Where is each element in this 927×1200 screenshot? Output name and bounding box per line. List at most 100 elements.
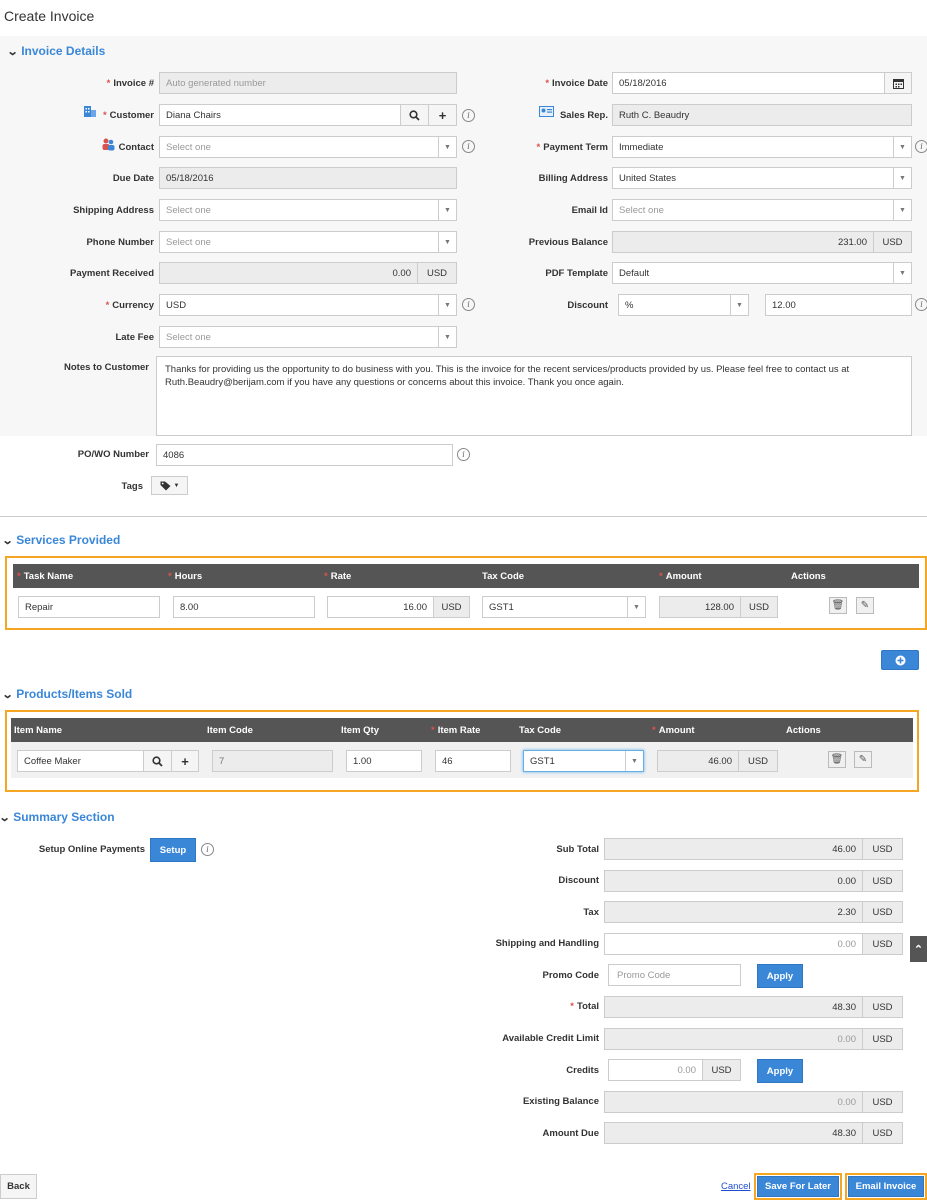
sub-total-field: 46.00 — [604, 838, 863, 860]
task-name-input[interactable]: Repair — [18, 596, 160, 618]
discount-type-select[interactable]: % ▼ — [618, 294, 749, 316]
shipping-handling-input[interactable]: 0.00 — [604, 933, 863, 955]
chevron-down-icon: ▼ — [627, 597, 645, 617]
search-icon — [409, 109, 420, 121]
save-for-later-frame: Save For Later — [754, 1173, 842, 1200]
discount-value-input[interactable]: 12.00 — [765, 294, 912, 316]
customer-input[interactable]: Diana Chairs — [159, 104, 401, 126]
save-for-later-button[interactable]: Save For Later — [757, 1176, 839, 1197]
promo-apply-button[interactable]: Apply — [757, 964, 803, 988]
item-name-input[interactable]: Coffee Maker — [17, 750, 144, 772]
customer-search-button[interactable] — [400, 104, 429, 126]
add-customer-button[interactable]: + — [428, 104, 457, 126]
chevron-down-icon: ▼ — [893, 168, 911, 188]
payment-term-info-icon[interactable]: i — [915, 140, 927, 153]
scroll-to-top-button[interactable]: ⌃ — [910, 936, 927, 962]
col-tax-code: Tax Code — [482, 571, 525, 582]
invoice-number-field: Auto generated number — [159, 72, 457, 94]
credits-apply-button[interactable]: Apply — [757, 1059, 803, 1083]
add-item-button[interactable]: + — [171, 750, 199, 772]
sub-total-currency: USD — [862, 838, 903, 860]
tags-label: Tags — [121, 481, 143, 492]
chevron-down-icon: ⌄ — [1, 535, 14, 547]
col-amount: * Amount — [652, 725, 695, 736]
notes-label: Notes to Customer — [64, 362, 149, 373]
billing-address-label: Billing Address — [538, 173, 608, 184]
edit-item-button[interactable]: ✎ — [854, 751, 872, 768]
shipping-address-label: Shipping Address — [73, 205, 154, 216]
previous-balance-field: 231.00 — [612, 231, 874, 253]
late-fee-label: Late Fee — [115, 332, 154, 343]
currency-select[interactable]: USD ▼ — [159, 294, 457, 316]
add-service-row-button[interactable] — [881, 650, 919, 670]
sales-rep-field: Ruth C. Beaudry — [612, 104, 912, 126]
previous-balance-currency: USD — [873, 231, 912, 253]
summary-discount-field: 0.00 — [604, 870, 863, 892]
po-number-input[interactable]: 4086 — [156, 444, 453, 466]
credits-currency: USD — [702, 1059, 741, 1081]
contact-select[interactable]: Select one ▼ — [159, 136, 457, 158]
po-number-info-icon[interactable]: i — [457, 448, 470, 461]
credits-label: Credits — [566, 1065, 599, 1076]
existing-balance-label: Existing Balance — [522, 1096, 599, 1107]
credit-limit-label: Available Credit Limit — [502, 1033, 599, 1044]
col-item-code: Item Code — [207, 725, 253, 736]
edit-service-button[interactable]: ✎ — [856, 597, 874, 614]
item-search-button[interactable] — [143, 750, 172, 772]
col-rate: * Rate — [324, 571, 352, 582]
chevron-down-icon: ▼ — [730, 295, 748, 315]
item-rate-input[interactable]: 46 — [435, 750, 511, 772]
due-date-label: Due Date — [112, 173, 154, 184]
summary-discount-label: Discount — [558, 875, 599, 886]
col-tax-code: Tax Code — [519, 725, 562, 736]
chevron-down-icon: ▼ — [438, 327, 456, 347]
pdf-template-select[interactable]: Default ▼ — [612, 262, 912, 284]
billing-address-select[interactable]: United States ▼ — [612, 167, 912, 189]
setup-info-icon[interactable]: i — [201, 843, 214, 856]
delete-service-button[interactable]: 🗑 — [829, 597, 847, 614]
calendar-button[interactable] — [884, 72, 912, 94]
payment-term-select[interactable]: Immediate ▼ — [612, 136, 912, 158]
chevron-down-icon: ▼ — [893, 263, 911, 283]
delete-item-button[interactable]: 🗑 — [828, 751, 846, 768]
summary-heading[interactable]: ⌄Summary Section — [0, 810, 115, 824]
payment-received-currency: USD — [417, 262, 457, 284]
service-tax-code-select[interactable]: GST1 ▼ — [482, 596, 646, 618]
po-number-label: PO/WO Number — [77, 449, 149, 460]
services-table-header: * Task Name * Hours * Rate Tax Code * Amount… — [13, 564, 919, 588]
back-button[interactable]: Back — [0, 1174, 37, 1199]
notes-textarea[interactable]: Thanks for providing us the opportunity … — [156, 356, 912, 436]
services-heading[interactable]: ⌄ Services Provided — [1, 533, 121, 547]
hours-input[interactable]: 8.00 — [173, 596, 315, 618]
credits-input[interactable]: 0.00 — [608, 1059, 703, 1081]
item-amount-currency: USD — [738, 750, 778, 772]
email-id-select[interactable]: Select one ▼ — [612, 199, 912, 221]
item-tax-code-select[interactable]: GST1 ▼ — [523, 750, 644, 772]
invoice-date-input[interactable]: 05/18/2016 — [612, 72, 885, 94]
search-icon — [152, 755, 163, 767]
amount-due-label: Amount Due — [542, 1128, 599, 1139]
note-edit-icon: ✎ — [858, 754, 868, 765]
tags-dropdown-button[interactable]: ▼ — [151, 476, 188, 495]
pdf-template-label: PDF Template — [545, 268, 608, 279]
due-date-field: 05/18/2016 — [159, 167, 457, 189]
discount-info-icon[interactable]: i — [915, 298, 927, 311]
promo-code-input[interactable]: Promo Code — [608, 964, 741, 986]
products-heading[interactable]: ⌄ Products/Items Sold — [1, 687, 133, 701]
col-item-name: Item Name — [14, 725, 63, 736]
late-fee-select[interactable]: Select one ▼ — [159, 326, 457, 348]
setup-button[interactable]: Setup — [150, 838, 196, 862]
shipping-address-select[interactable]: Select one ▼ — [159, 199, 457, 221]
phone-number-select[interactable]: Select one ▼ — [159, 231, 457, 253]
chevron-down-icon: ⌄ — [1, 689, 14, 701]
plus-circle-icon — [895, 655, 905, 665]
email-invoice-button[interactable]: Email Invoice — [848, 1176, 924, 1197]
rate-input[interactable]: 16.00 — [327, 596, 434, 618]
plus-icon: + — [438, 107, 447, 123]
invoice-details-heading[interactable]: ⌄ Invoice Details — [7, 44, 106, 58]
total-label: * Total — [570, 1001, 599, 1012]
item-qty-input[interactable]: 1.00 — [346, 750, 422, 772]
products-table-header: Item Name Item Code Item Qty * Item Rate … — [11, 718, 913, 742]
cancel-link[interactable]: Cancel — [721, 1181, 751, 1192]
calendar-icon — [892, 78, 904, 89]
